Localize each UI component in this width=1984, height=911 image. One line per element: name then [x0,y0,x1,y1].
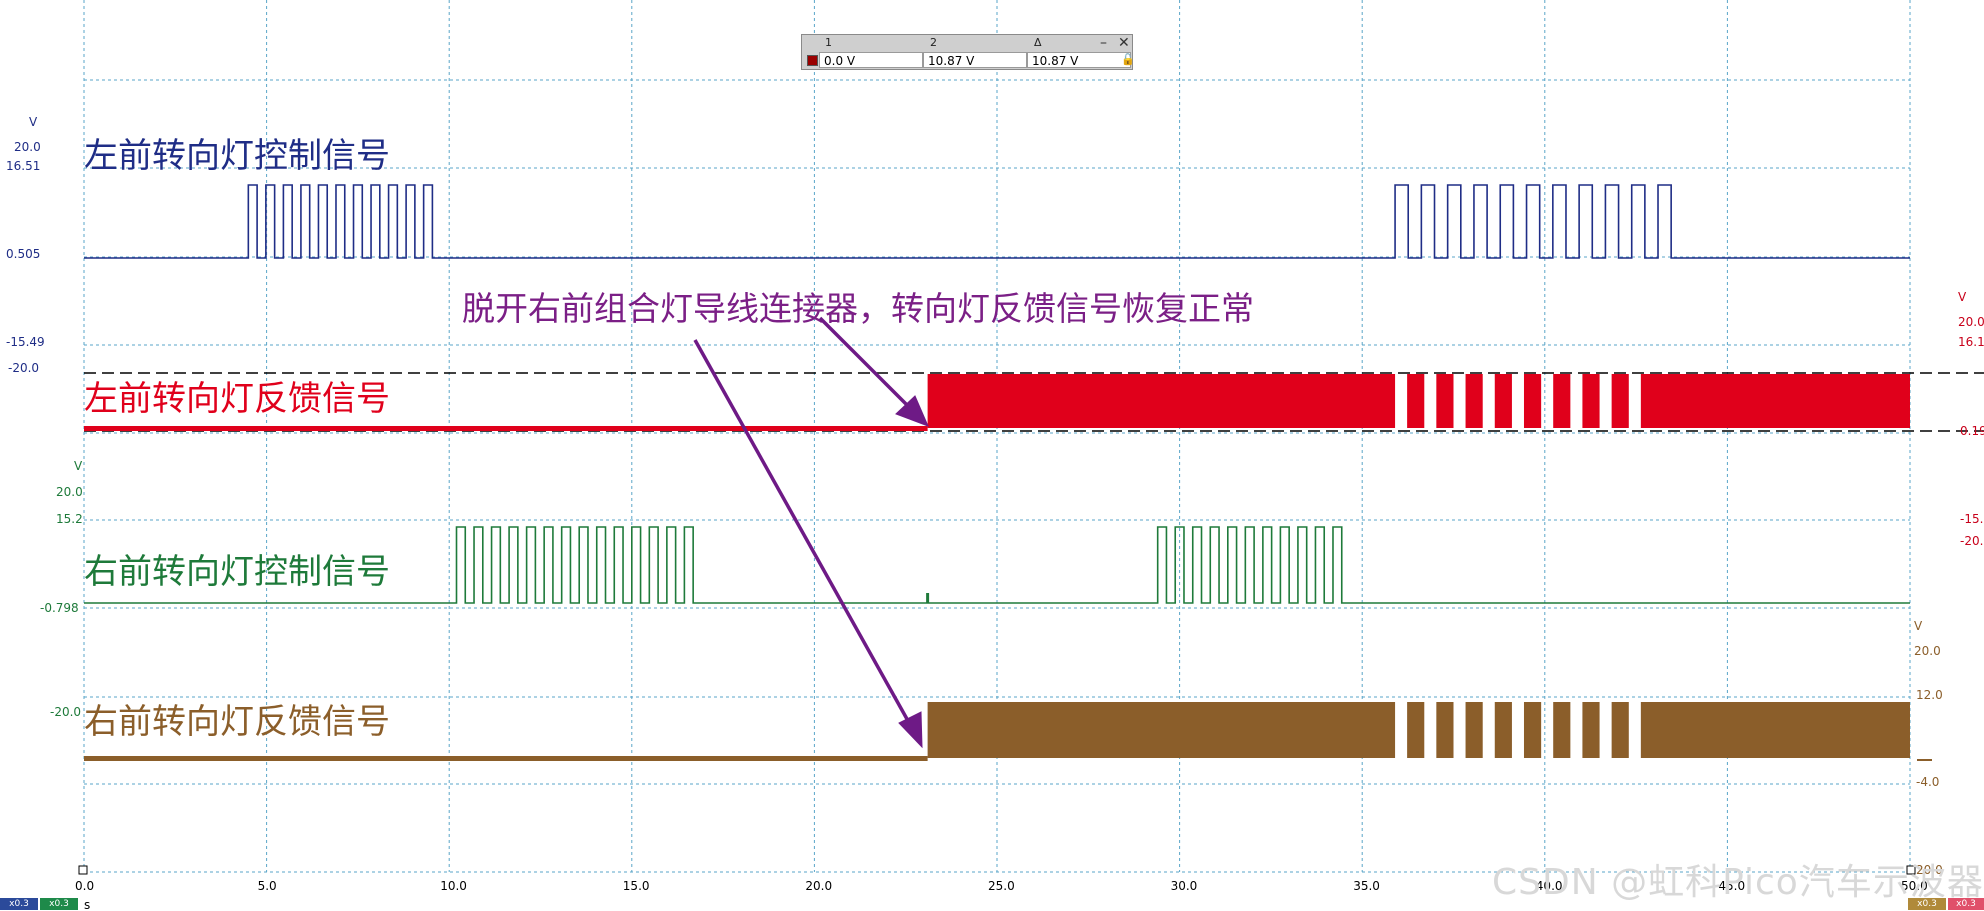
svg-text:-20.0: -20.0 [1960,534,1984,548]
ruler-value-1: 0.0 V [819,52,923,68]
ch4-scale: V 20.0 12.0 -4.0 20.0 [1914,619,1943,877]
ch1-label: 左前转向灯控制信号 [84,136,390,176]
svg-text:15.2: 15.2 [56,512,83,526]
feedback-block [1494,702,1512,758]
time-tick-label: 0.0 [75,879,94,893]
annotation-arrows [693,316,929,749]
ruler-channel-swatch [807,55,818,66]
feedback-block [1523,374,1542,428]
time-tick-label: 5.0 [258,879,277,893]
svg-text:20.0: 20.0 [56,485,83,499]
feedback-block [1640,374,1910,428]
svg-text:0.505: 0.505 [6,247,40,261]
ruler-delta-header: Δ [1034,36,1042,49]
ch2-scale: V 20.0 16.19 0.19 -15.8 -20.0 [1958,290,1984,548]
oscilloscope-window: 左前转向灯控制信号 左前转向灯反馈信号 右前转向灯控制信号 右前转向灯反馈信号 … [0,0,1984,911]
scope-display[interactable]: 左前转向灯控制信号 左前转向灯反馈信号 右前转向灯控制信号 右前转向灯反馈信号 … [0,0,1984,911]
ch4-label: 右前转向灯反馈信号 [84,702,390,742]
svg-text:-20.0: -20.0 [50,705,81,719]
ch4-baseline [84,756,928,761]
time-tick-label: 20.0 [805,879,832,893]
close-icon[interactable]: ✕ [1118,35,1130,51]
svg-text:-15.49: -15.49 [6,335,45,349]
time-tick-label: 30.0 [1171,879,1198,893]
feedback-block [1407,374,1425,428]
svg-text:16.19: 16.19 [1958,335,1984,349]
feedback-block [1523,702,1542,758]
ch2-baseline [84,426,928,431]
svg-text:-4.0: -4.0 [1916,775,1939,789]
watermark: CSDN @虹科Pico汽车示波器 [1492,862,1984,903]
svg-text:V: V [1914,619,1923,633]
feedback-block [1611,702,1629,758]
svg-text:20.0: 20.0 [14,140,41,154]
ch1-scale: V 20.0 16.51 0.505 -15.49 -20.0 [6,115,45,375]
ruler-col1-header: 1 [825,36,832,49]
svg-text:V: V [1958,290,1967,304]
svg-text:-15.8: -15.8 [1960,512,1984,526]
svg-text:V: V [29,115,38,129]
ch2-label: 左前转向灯反馈信号 [84,379,390,419]
svg-text:20.0: 20.0 [1958,315,1984,329]
ruler-readout-panel[interactable]: 1 2 Δ – ✕ 0.0 V 10.87 V 10.87 V 🔓 [801,34,1135,70]
ch3-label: 右前转向灯控制信号 [84,552,390,592]
feedback-block [1640,702,1910,758]
ch3-scale: V 20.0 15.2 -0.798 -20.0 [40,459,83,719]
feedback-block [927,374,1396,428]
time-tick-label: 25.0 [988,879,1015,893]
svg-text:12.0: 12.0 [1916,688,1943,702]
annotation-text: 脱开右前组合灯导线连接器，转向灯反馈信号恢复正常 [462,289,1254,328]
svg-text:V: V [74,459,83,473]
ruler-value-2: 10.87 V [923,52,1027,68]
time-tick-label: 10.0 [440,879,467,893]
lock-icon[interactable]: 🔓 [1121,53,1135,66]
minimize-icon[interactable]: – [1100,35,1107,51]
svg-text:-20.0: -20.0 [8,361,39,375]
ruler-col2-header: 2 [930,36,937,49]
time-origin-marker[interactable] [78,865,88,875]
feedback-block [1553,702,1571,758]
time-unit: s [84,898,90,911]
time-tick-label: 35.0 [1353,879,1380,893]
time-tick-label: 15.0 [623,879,650,893]
ch1-badge[interactable]: x0.3 [0,898,38,910]
svg-text:0.19: 0.19 [1960,424,1984,438]
feedback-block [1465,702,1483,758]
feedback-block [1582,374,1600,428]
ruler-delta-value: 10.87 V [1027,52,1131,68]
feedback-block [1436,702,1454,758]
feedback-block [1407,702,1425,758]
svg-text:16.51: 16.51 [6,159,40,173]
svg-text:-0.798: -0.798 [40,601,79,615]
ch3-badge[interactable]: x0.3 [40,898,78,910]
svg-text:20.0: 20.0 [1914,644,1941,658]
feedback-block [1436,374,1454,428]
feedback-block [927,702,1396,758]
feedback-block [1553,374,1571,428]
feedback-block [1582,702,1600,758]
feedback-block [1494,374,1512,428]
feedback-block [1465,374,1483,428]
feedback-block [1611,374,1629,428]
